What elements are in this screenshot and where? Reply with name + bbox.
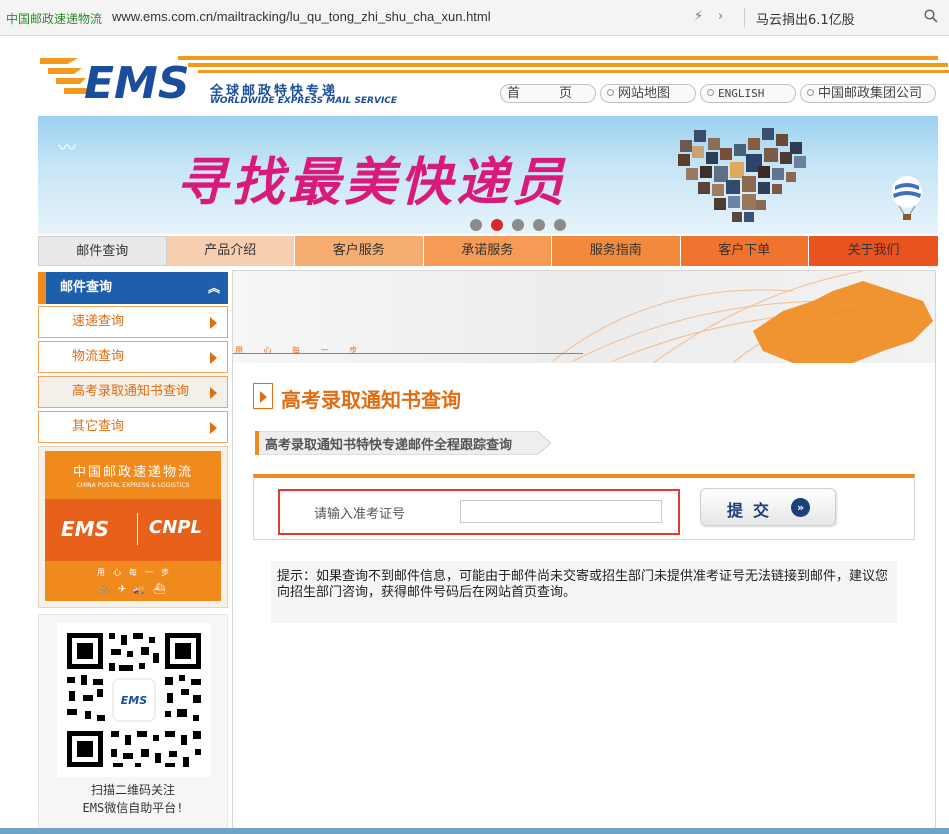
carousel-dot-3[interactable] (512, 219, 524, 231)
nav-customer-service[interactable]: 客户服务 (295, 236, 424, 266)
nav-service-guide[interactable]: 服务指南 (552, 236, 681, 266)
ems-logo-small: EMS (61, 517, 109, 541)
sidebar-header-label: 邮件查询 (60, 280, 113, 295)
chevron-right-icon[interactable]: › (718, 9, 723, 24)
nav-place-order[interactable]: 客户下单 (680, 236, 809, 266)
sidebar-header[interactable]: 邮件查询 ︽ (38, 272, 228, 304)
sitemap-link[interactable]: 网站地图 (600, 84, 696, 103)
arrow-right-icon (210, 387, 217, 399)
submit-button[interactable]: 提交 » (700, 488, 836, 526)
nav-commitment[interactable]: 承诺服务 (423, 236, 552, 266)
photo-heart-collage (678, 128, 806, 222)
banner-title: 寻找最美快递员 (176, 152, 569, 213)
hot-air-balloon-icon (892, 176, 922, 220)
promo-logos: EMS CNPL (45, 499, 221, 561)
sidebar-item-logistics-tracking[interactable]: 物流查询 (38, 341, 228, 373)
input-highlight-frame: 请输入准考证号 (278, 489, 680, 535)
english-link[interactable]: ENGLISH (700, 84, 796, 103)
promo-slogan: 用 心 每 一 步 🚲 ✈ 🚚 ⛴ (45, 563, 221, 601)
query-form: 请输入准考证号 提交 » (253, 474, 915, 540)
double-chevron-right-icon: » (791, 498, 810, 517)
trending-news[interactable]: 马云捐出6.1亿股 (756, 9, 855, 28)
arrow-right-icon (210, 317, 217, 329)
qr-code: EMS (57, 623, 211, 777)
world-map-graphic (552, 271, 934, 363)
promo-title: 中国邮政速递物流 CHINA POSTAL EXPRESS & LOGISTIC… (45, 451, 221, 497)
main-content: 用 心 每 一 步 高考录取通知书查询 高考录取通知书特快专递邮件全程跟踪查询 … (232, 270, 936, 834)
map-banner: 用 心 每 一 步 (233, 271, 935, 363)
arrow-right-icon (253, 383, 273, 409)
carousel-dot-4[interactable] (533, 219, 545, 231)
carousel-dot-2[interactable] (491, 219, 503, 231)
taskbar (0, 828, 949, 834)
page-title: 高考录取通知书查询 (281, 388, 461, 412)
map-slogan: 用 心 每 一 步 (235, 346, 367, 355)
carousel-dot-1[interactable] (470, 219, 482, 231)
logo-english-slogan: WORLDWIDE EXPRESS MAIL SERVICE (210, 96, 398, 106)
search-icon[interactable] (924, 9, 938, 23)
subtitle-tab: 高考录取通知书特快专递邮件全程跟踪查询 (255, 431, 551, 455)
home-link[interactable]: 首 页 (500, 84, 596, 103)
qr-caption: 扫描二维码关注 EMS微信自助平台! (82, 783, 184, 815)
divider (744, 8, 745, 28)
svg-text:EMS: EMS (84, 58, 190, 106)
ems-logo[interactable]: EMS (38, 50, 208, 106)
url-text[interactable]: www.ems.com.cn/mailtracking/lu_qu_tong_z… (112, 9, 491, 24)
svg-text:EMS: EMS (121, 694, 147, 707)
tip-text: 提示：如果查询不到邮件信息，可能由于邮件尚未交寄或招生部门未提供准考证号无法链接… (271, 561, 897, 623)
sidebar-item-other-tracking[interactable]: 其它查询 (38, 411, 228, 443)
nav-products[interactable]: 产品介绍 (166, 236, 295, 266)
wechat-qr-panel: EMS 扫描二维码关注 EMS微信自助平台! (38, 614, 228, 830)
site-identity[interactable]: 中国邮政速递物流 (6, 10, 102, 27)
bird-icon: 〰 (58, 138, 76, 159)
browser-address-bar: 中国邮政速递物流 www.ems.com.cn/mailtracking/lu_… (0, 0, 949, 36)
nav-about-us[interactable]: 关于我们 (809, 236, 938, 266)
china-post-group-link[interactable]: 中国邮政集团公司 (800, 84, 936, 103)
transport-icons: 🚲 ✈ 🚚 ⛴ (98, 584, 168, 595)
exam-number-input[interactable] (460, 500, 662, 523)
nav-mail-tracking[interactable]: 邮件查询 (38, 236, 167, 266)
arrow-right-icon (210, 352, 217, 364)
exam-number-label: 请输入准考证号 (314, 507, 406, 522)
china-post-logistics-ad[interactable]: 中国邮政速递物流 CHINA POSTAL EXPRESS & LOGISTIC… (38, 446, 228, 608)
main-nav: 邮件查询 产品介绍 客户服务 承诺服务 服务指南 客户下单 关于我们 (38, 236, 938, 266)
arrow-right-icon (210, 422, 217, 434)
cnpl-logo: CNPL (149, 517, 202, 538)
chevron-up-icon[interactable]: ︽ (208, 272, 220, 304)
promo-banner[interactable]: 〰 寻找最美快递员 (38, 116, 938, 234)
carousel-dot-5[interactable] (554, 219, 566, 231)
lightning-icon[interactable]: ⚡ (694, 9, 703, 24)
subtitle-text: 高考录取通知书特快专递邮件全程跟踪查询 (265, 438, 513, 453)
site-header: EMS 全球邮政特快专递 WORLDWIDE EXPRESS MAIL SERV… (38, 50, 949, 112)
sidebar-item-admission-letter[interactable]: 高考录取通知书查询 (38, 376, 228, 408)
sidebar-item-express-tracking[interactable]: 速递查询 (38, 306, 228, 338)
